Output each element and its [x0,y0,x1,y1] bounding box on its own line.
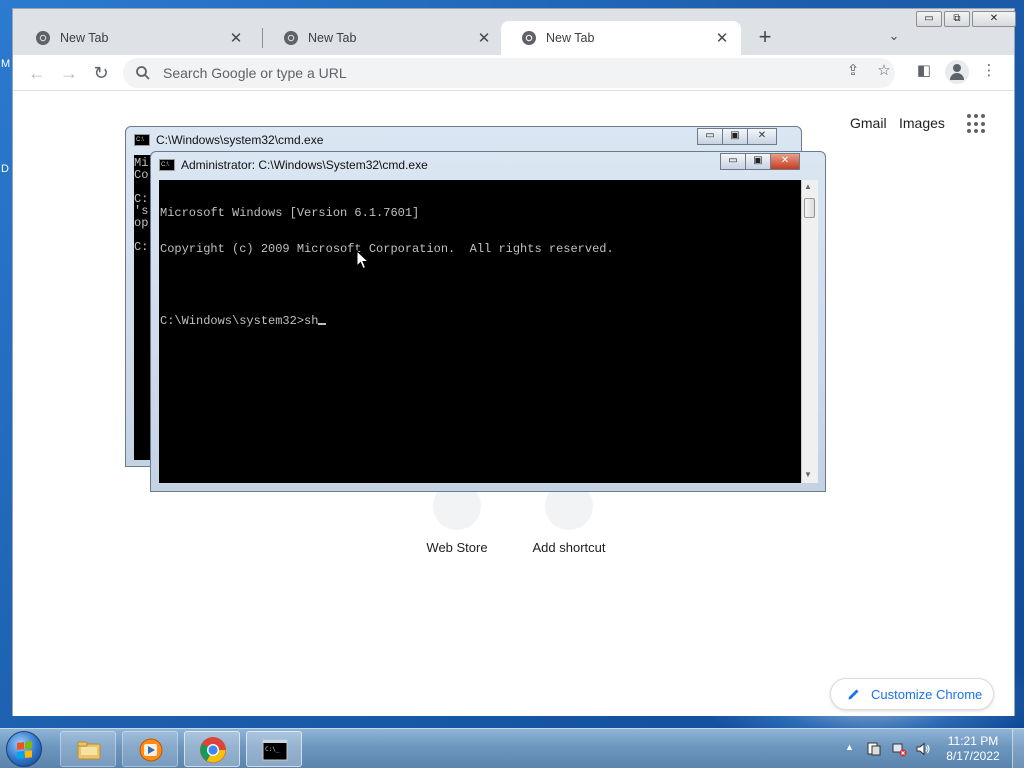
console-prompt-line: C:\Windows\system32>sh [160,315,800,327]
shortcut-label: Web Store [426,540,488,555]
browser-toolbar: ← → ↻ Search Google or type a URL ⇪ ☆ ◧ … [13,55,1014,91]
omnibox[interactable]: Search Google or type a URL [123,58,895,88]
chrome-favicon-icon [36,31,50,45]
close-button[interactable]: ✕ [972,11,1016,27]
chrome-favicon-icon [522,31,536,45]
gmail-link[interactable]: Gmail [850,115,887,131]
omnibox-placeholder: Search Google or type a URL [163,65,347,81]
shortcut-label: Add shortcut [532,540,606,555]
google-apps-grid-icon[interactable] [967,114,987,134]
new-tab-button[interactable]: + [753,26,777,50]
cmd-vertical-scrollbar[interactable]: ▲ ▼ [801,180,818,483]
reload-icon[interactable]: ↻ [89,61,113,85]
cmd-icon: C:\_ [262,739,288,761]
search-icon [136,66,150,80]
tab-3-active[interactable]: New Tab ✕ [501,21,741,55]
tab-close-icon[interactable]: ✕ [713,29,731,47]
tab-title: New Tab [60,31,109,45]
system-clock[interactable]: 11:21 PM 8/17/2022 [940,734,1006,764]
console-line: Copyright (c) 2009 Microsoft Corporation… [160,242,614,256]
windows-logo-icon [17,741,33,759]
tab-1[interactable]: New Tab ✕ [15,21,255,55]
tab-2[interactable]: New Tab ✕ [263,21,503,55]
taskbar-app-cmd[interactable]: C:\_ [246,731,302,767]
svg-text:C:\_: C:\_ [265,746,280,753]
cmd-window-controls: ▭ ▣ ✕ [697,128,777,145]
kebab-menu-icon[interactable]: ⋮ [980,62,998,80]
taskbar-app-media-player[interactable] [122,731,178,767]
start-button[interactable] [6,731,42,767]
tab-search-chevron-icon[interactable]: ⌄ [885,28,903,46]
tab-close-icon[interactable]: ✕ [227,29,245,47]
clock-date: 8/17/2022 [946,749,1000,763]
cmd-title: C:\Windows\system32\cmd.exe [156,133,324,147]
shortcut-add[interactable]: Add shortcut [513,482,625,555]
share-icon[interactable]: ⇪ [844,62,862,80]
scroll-down-arrow-icon[interactable]: ▼ [804,470,812,479]
maximize-button[interactable]: ▣ [722,128,748,145]
show-desktop-button[interactable] [1012,729,1024,768]
network-disconnected-icon[interactable] [891,741,907,757]
taskbar-app-explorer[interactable] [60,731,116,767]
cmd-icon: C:\ [134,134,150,146]
text-cursor [318,323,327,325]
tab-title: New Tab [546,31,595,45]
cmd-titlebar[interactable]: C:\ C:\Windows\system32\cmd.exe [134,131,323,149]
show-hidden-icons-arrow-icon[interactable]: ▲ [845,742,854,752]
chrome-window-controls: ▭ ⧉ ✕ [916,11,1018,27]
chrome-icon [200,737,226,763]
tab-title: New Tab [308,31,357,45]
pencil-icon [848,689,859,700]
side-panel-icon[interactable]: ◧ [915,62,933,80]
scroll-up-arrow-icon[interactable]: ▲ [804,182,812,191]
mouse-pointer-icon [356,250,370,270]
taskbar: C:\_ ▲ 11:21 PM 8/17/2022 [0,728,1024,768]
media-player-icon [139,738,163,762]
taskbar-app-chrome[interactable] [184,731,240,767]
console-line: Microsoft Windows [Version 6.1.7601] [160,206,420,220]
volume-icon[interactable] [915,741,931,757]
cmd-window-administrator[interactable]: C:\ Administrator: C:\Windows\System32\c… [150,151,826,492]
maximize-button[interactable]: ▣ [745,153,771,170]
minimize-button[interactable]: ▭ [697,128,723,145]
cmd-icon: C:\ [159,159,175,171]
close-button[interactable]: ✕ [747,128,777,145]
tab-strip: New Tab ✕ New Tab ✕ New Tab ✕ + ⌄ ▭ ⧉ ✕ [13,9,1016,55]
desktop-icon-label-2[interactable]: D [1,163,9,175]
console-typed-input[interactable]: sh [304,314,318,328]
back-arrow-icon[interactable]: ← [25,61,49,85]
cmd-window-controls: ▭ ▣ ✕ [720,153,800,170]
cmd-console[interactable]: Microsoft Windows [Version 6.1.7601] Cop… [159,180,801,483]
customize-chrome-label: Customize Chrome [871,686,983,702]
profile-avatar-icon[interactable] [945,60,969,84]
close-button[interactable]: ✕ [770,153,800,170]
cmd-titlebar[interactable]: C:\ Administrator: C:\Windows\System32\c… [159,156,428,174]
tab-close-icon[interactable]: ✕ [475,29,493,47]
minimize-button[interactable]: ▭ [916,11,942,27]
images-link[interactable]: Images [899,115,945,131]
bookmark-star-icon[interactable]: ☆ [875,62,893,80]
customize-chrome-button[interactable]: Customize Chrome [830,678,994,710]
folder-icon [77,741,101,760]
shortcut-web-store[interactable]: Web Store [401,482,513,555]
chrome-favicon-icon [284,31,298,45]
scroll-thumb[interactable] [804,198,815,218]
minimize-button[interactable]: ▭ [720,153,746,170]
forward-arrow-icon[interactable]: → [57,61,81,85]
action-center-icon[interactable] [866,741,882,757]
console-prompt: C:\Windows\system32> [160,314,305,328]
clock-time: 11:21 PM [947,734,999,748]
restore-button[interactable]: ⧉ [944,11,970,27]
desktop-icon-label-1[interactable]: M [1,58,10,70]
cmd-title: Administrator: C:\Windows\System32\cmd.e… [181,158,428,172]
